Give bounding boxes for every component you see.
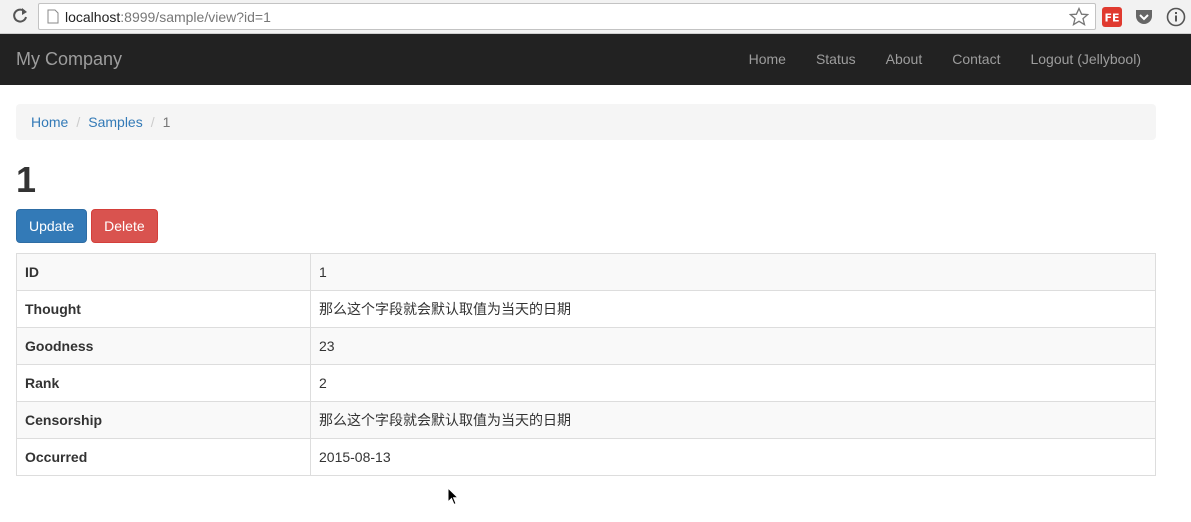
row-value: 1 bbox=[310, 253, 1156, 291]
table-row: Rank 2 bbox=[16, 364, 1156, 402]
delete-button[interactable]: Delete bbox=[91, 209, 158, 243]
table-row: Censorship 那么这个字段就会默认取值为当天的日期 bbox=[16, 401, 1156, 439]
nav-about[interactable]: About bbox=[871, 34, 938, 85]
breadcrumb-current: 1 bbox=[162, 114, 171, 130]
table-row: ID 1 bbox=[16, 253, 1156, 291]
nav-links: Home Status About Contact Logout (Jellyb… bbox=[734, 34, 1156, 85]
update-button[interactable]: Update bbox=[16, 209, 88, 243]
url-host: localhost bbox=[65, 9, 121, 25]
page-icon bbox=[47, 9, 59, 24]
row-value: 那么这个字段就会默认取值为当天的日期 bbox=[310, 401, 1156, 439]
address-text[interactable]: localhost:8999/sample/view?id=1 bbox=[65, 9, 271, 25]
reload-icon[interactable] bbox=[10, 6, 30, 26]
action-buttons: Update Delete bbox=[16, 209, 158, 243]
page-title: 1 bbox=[16, 159, 37, 200]
row-label: Occurred bbox=[16, 438, 311, 476]
row-value: 23 bbox=[310, 327, 1156, 365]
breadcrumb-separator: / bbox=[76, 114, 81, 130]
row-label: ID bbox=[16, 253, 311, 291]
row-value: 2 bbox=[310, 364, 1156, 402]
row-label: Goodness bbox=[16, 327, 311, 365]
fe-extension-icon[interactable]: FE bbox=[1102, 7, 1122, 27]
nav-status[interactable]: Status bbox=[801, 34, 871, 85]
url-path: :8999/sample/view?id=1 bbox=[120, 9, 271, 25]
address-bar[interactable]: localhost:8999/sample/view?id=1 bbox=[38, 3, 1096, 30]
breadcrumb: Home / Samples / 1 bbox=[16, 104, 1156, 140]
table-row: Goodness 23 bbox=[16, 327, 1156, 365]
row-label: Censorship bbox=[16, 401, 311, 439]
detail-table: ID 1 Thought 那么这个字段就会默认取值为当天的日期 Goodness… bbox=[16, 253, 1156, 476]
row-value: 2015-08-13 bbox=[310, 438, 1156, 476]
browser-toolbar: localhost:8999/sample/view?id=1 FE bbox=[0, 0, 1191, 34]
table-row: Thought 那么这个字段就会默认取值为当天的日期 bbox=[16, 290, 1156, 328]
row-value: 那么这个字段就会默认取值为当天的日期 bbox=[310, 290, 1156, 328]
nav-home[interactable]: Home bbox=[734, 34, 801, 85]
brand-link[interactable]: My Company bbox=[16, 49, 122, 70]
row-label: Thought bbox=[16, 290, 311, 328]
top-navbar: My Company Home Status About Contact Log… bbox=[0, 34, 1191, 85]
info-icon[interactable] bbox=[1166, 7, 1186, 27]
breadcrumb-home[interactable]: Home bbox=[31, 114, 68, 130]
fe-extension-label: FE bbox=[1104, 12, 1119, 25]
mouse-cursor-icon bbox=[447, 487, 459, 506]
nav-logout[interactable]: Logout (Jellybool) bbox=[1015, 34, 1156, 85]
row-label: Rank bbox=[16, 364, 311, 402]
breadcrumb-samples[interactable]: Samples bbox=[88, 114, 142, 130]
nav-contact[interactable]: Contact bbox=[937, 34, 1015, 85]
table-row: Occurred 2015-08-13 bbox=[16, 438, 1156, 476]
pocket-icon[interactable] bbox=[1134, 7, 1154, 27]
breadcrumb-separator: / bbox=[150, 114, 155, 130]
bookmark-star-icon[interactable] bbox=[1069, 7, 1089, 27]
